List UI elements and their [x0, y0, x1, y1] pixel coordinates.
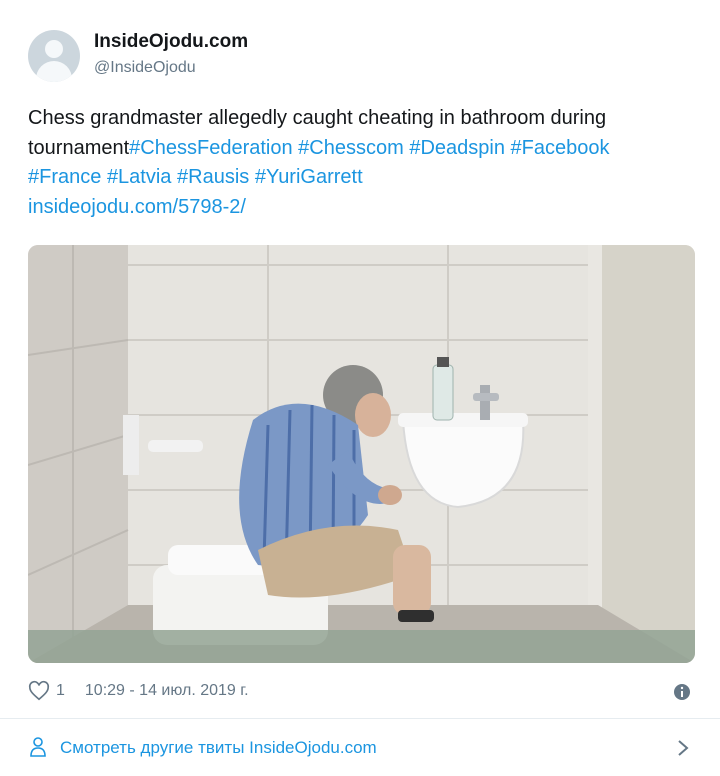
hashtag-yurigarrett[interactable]: #YuriGarrett: [255, 166, 363, 188]
tweet-link[interactable]: insideojodu.com/5798-2/: [28, 196, 246, 218]
more-tweets-link[interactable]: Смотреть другие твиты InsideOjodu.com: [0, 719, 720, 776]
more-tweets-label[interactable]: Смотреть другие твиты InsideOjodu.com: [60, 738, 377, 758]
tweet-photo[interactable]: [28, 245, 695, 663]
hashtag-deadspin[interactable]: #Deadspin: [409, 137, 505, 159]
heart-icon[interactable]: [28, 680, 50, 702]
hashtag-france[interactable]: #France: [28, 166, 101, 188]
tweet-text: Chess grandmaster allegedly caught cheat…: [28, 104, 688, 222]
person-icon: [30, 737, 46, 757]
info-icon[interactable]: [672, 682, 692, 702]
chevron-right-icon[interactable]: [676, 739, 690, 757]
hashtag-chessfederation[interactable]: #ChessFederation: [129, 137, 292, 159]
like-count[interactable]: 1: [56, 682, 65, 700]
hashtag-chesscom[interactable]: #Chesscom: [298, 137, 404, 159]
tweet-meta: 1 10:29 - 14 июл. 2019 г.: [28, 680, 249, 702]
hashtag-rausis[interactable]: #Rausis: [177, 166, 249, 188]
hashtag-latvia[interactable]: #Latvia: [107, 166, 172, 188]
hashtag-facebook[interactable]: #Facebook: [511, 137, 610, 159]
avatar[interactable]: [28, 30, 80, 82]
author-handle[interactable]: @InsideOjodu: [94, 59, 196, 77]
author-name[interactable]: InsideOjodu.com: [94, 31, 248, 53]
timestamp[interactable]: 10:29 - 14 июл. 2019 г.: [85, 682, 249, 700]
tweet-card: InsideOjodu.com @InsideOjodu Chess grand…: [0, 0, 720, 776]
